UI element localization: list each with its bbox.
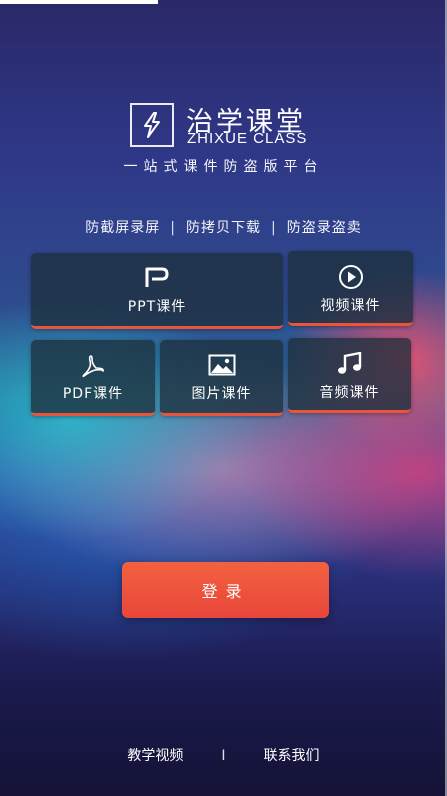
brand-name-en: ZHIXUE CLASS <box>187 130 308 147</box>
login-button[interactable]: 登录 <box>122 562 329 618</box>
teaching-video-link[interactable]: 教学视频 <box>127 748 183 764</box>
tile-video[interactable]: 视频课件 <box>288 251 413 326</box>
tile-label: 音频课件 <box>319 385 380 401</box>
top-edge <box>0 0 158 4</box>
feature-item: 防截屏录屏 <box>85 220 161 236</box>
lightning-bolt-icon <box>144 112 160 138</box>
play-circle-icon <box>338 264 364 290</box>
tile-label: PDF课件 <box>62 386 124 402</box>
ppt-p-icon <box>144 266 170 288</box>
image-icon <box>208 354 236 376</box>
footer-divider: I <box>221 748 226 764</box>
feature-item: 防拷贝下载 <box>186 220 261 236</box>
tagline: 一站式课件防盗版平台 <box>123 159 324 175</box>
feature-item: 防盗录盗卖 <box>286 220 362 236</box>
tile-label: PPT课件 <box>127 299 187 315</box>
tile-ppt[interactable]: PPT课件 <box>31 253 283 329</box>
music-note-icon <box>337 352 363 376</box>
contact-us-link[interactable]: 联系我们 <box>264 748 320 764</box>
feature-separator: | <box>271 220 277 236</box>
feature-separator: | <box>170 220 176 236</box>
feature-list: 防截屏录屏 | 防拷贝下载 | 防盗录盗卖 <box>0 217 447 237</box>
footer: 教学视频 I 联系我们 <box>0 745 447 765</box>
tile-label: 图片课件 <box>191 386 252 402</box>
tile-label: 视频课件 <box>320 298 381 314</box>
brand-logo <box>130 103 174 147</box>
tile-image[interactable]: 图片课件 <box>160 340 283 416</box>
tile-audio[interactable]: 音频课件 <box>288 338 411 413</box>
pdf-acrobat-icon <box>79 354 107 378</box>
tile-pdf[interactable]: PDF课件 <box>31 340 155 416</box>
